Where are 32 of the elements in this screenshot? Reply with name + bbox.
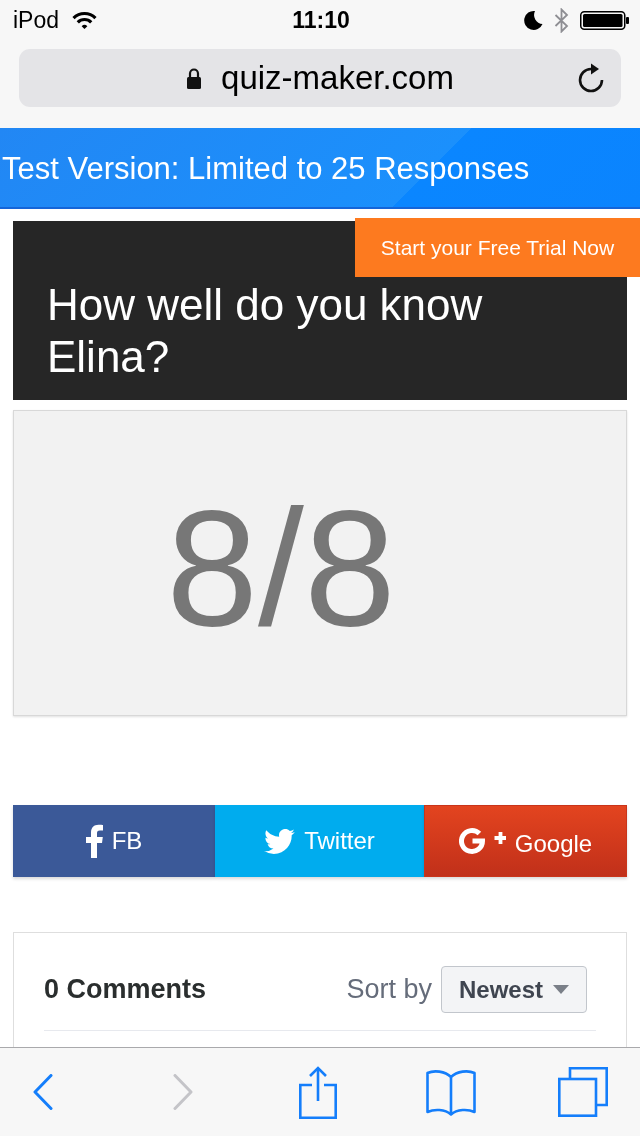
carrier-name: iPod xyxy=(13,6,60,35)
sort-dropdown[interactable]: Newest xyxy=(440,966,587,1013)
moon-icon xyxy=(524,10,543,30)
tabs-button[interactable] xyxy=(558,1067,608,1117)
google-share-button[interactable]: Google xyxy=(424,805,627,877)
f-logo-icon xyxy=(85,824,103,858)
clock-time: 11:10 xyxy=(292,6,350,35)
battery-icon xyxy=(580,10,629,30)
sort-by-label: Sort by xyxy=(346,974,432,1005)
bluetooth-icon xyxy=(554,7,569,33)
comments-count: 0 Comments xyxy=(44,974,207,1005)
open-book-icon xyxy=(426,1068,476,1116)
back-button[interactable] xyxy=(33,1074,53,1110)
reload-icon xyxy=(578,63,604,93)
g-plus-icon xyxy=(458,827,506,855)
lock-icon xyxy=(186,67,203,89)
caret-icon xyxy=(553,985,569,994)
reload-button[interactable] xyxy=(578,63,604,93)
address-field[interactable]: quiz-maker.com xyxy=(19,49,621,107)
score-text: 8/8 xyxy=(166,485,396,651)
share-icon xyxy=(299,1065,337,1119)
bird-icon xyxy=(264,828,296,854)
test-version-banner: Test Version: Limited to 25 Responses xyxy=(0,128,640,209)
chevron-left-icon xyxy=(33,1074,53,1110)
two-squares-icon xyxy=(558,1067,608,1117)
bookmarks-button[interactable] xyxy=(426,1068,476,1116)
fb-share-button[interactable]: FB xyxy=(13,805,215,877)
quiz-title: How well do you know Elina? xyxy=(47,279,484,383)
chevron-right-icon xyxy=(173,1074,193,1110)
wifi-icon xyxy=(72,10,98,30)
url-text: quiz-maker.com xyxy=(221,58,454,98)
share-button[interactable] xyxy=(299,1065,337,1119)
